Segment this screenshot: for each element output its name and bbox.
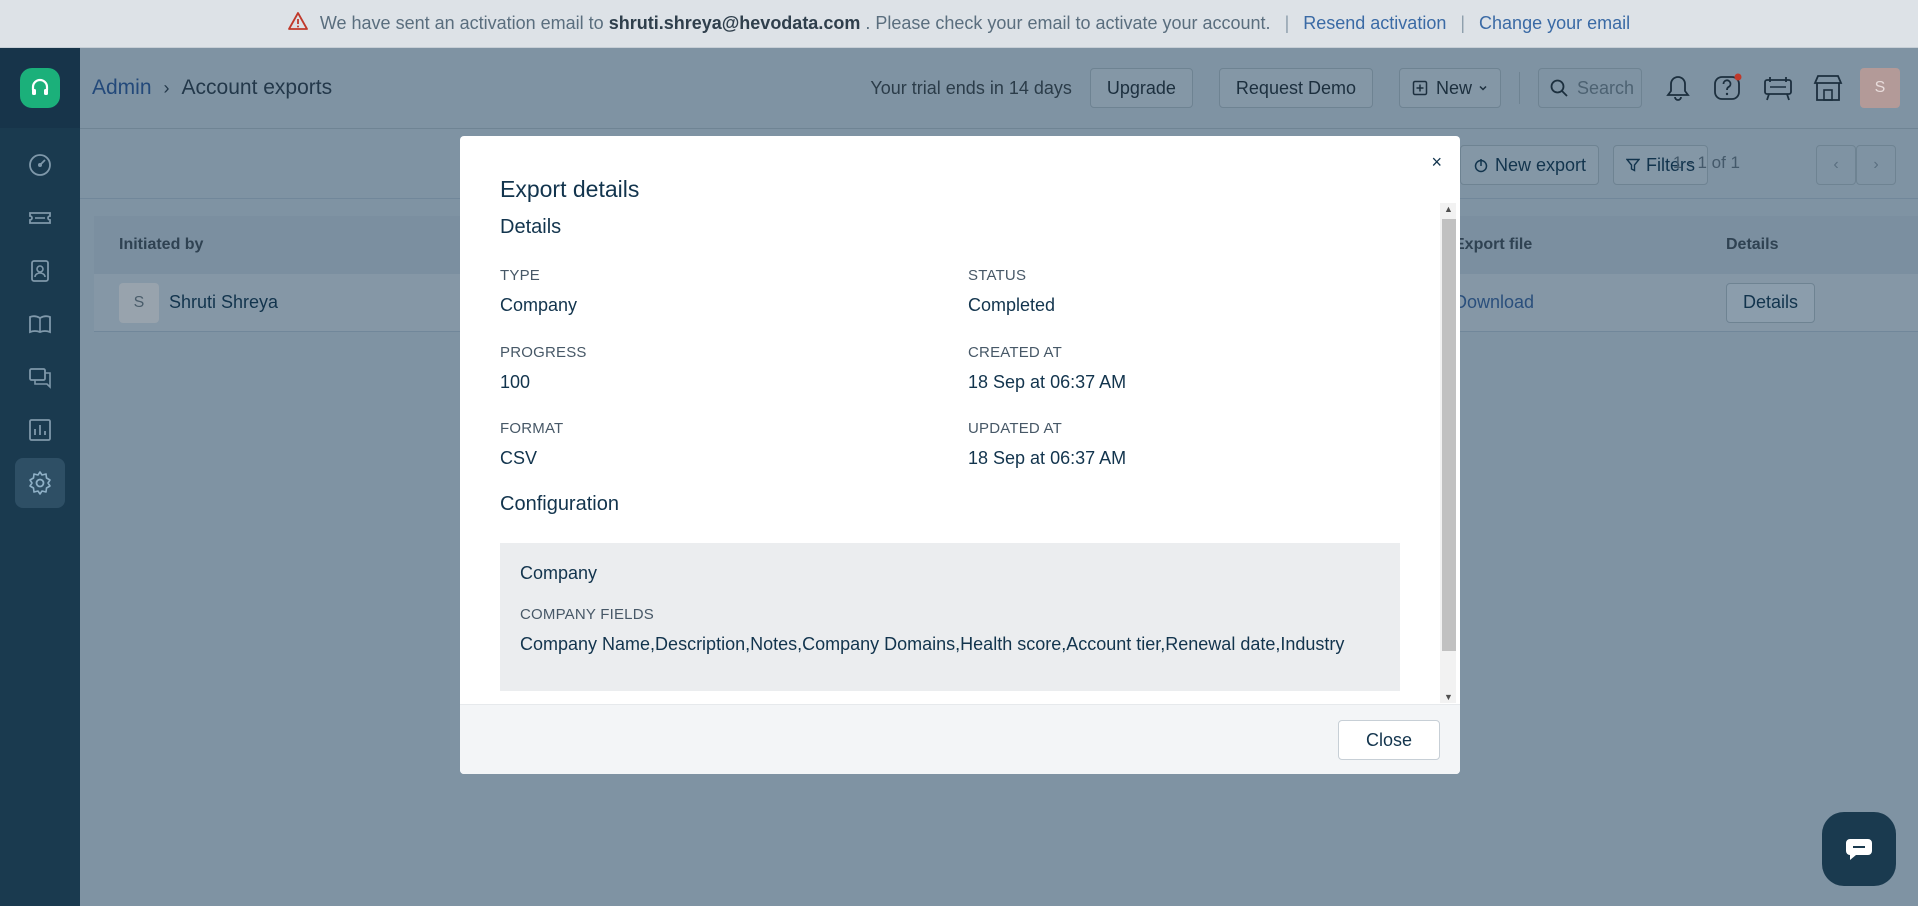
filter-icon [1626,158,1640,172]
header-export-file: Export file [1454,236,1533,253]
header-divider [1519,72,1520,104]
activation-banner: We have sent an activation email to shru… [0,0,1918,48]
page-title: Account exports [181,76,333,99]
store-icon [1813,75,1843,101]
modal-scrollbar[interactable]: ▲ ▼ [1440,203,1456,703]
chevron-right-icon: › [163,77,170,98]
chat-widget-button[interactable] [1822,812,1896,886]
chat-bubbles-icon [29,367,51,389]
configuration-heading: Configuration [500,493,619,515]
banner-email: shruti.shreya@hevodata.com [608,13,861,33]
row-avatar: S [119,282,159,323]
headset-logo-icon[interactable] [20,68,60,108]
chat-icon [1846,839,1872,860]
top-header: Admin › Account exports Your trial ends … [80,48,1918,129]
created-at-value: 18 Sep at 06:37 AM [968,372,1127,392]
new-button-label: New [1435,77,1472,98]
search-input[interactable]: Search [1538,68,1642,108]
format-value: CSV [500,448,538,468]
format-label: FORMAT [500,420,564,437]
board-icon [1764,77,1792,101]
chevron-down-icon [1479,85,1487,91]
modal-title: Export details [500,176,640,202]
search-placeholder: Search [1577,77,1635,98]
book-icon [29,314,51,333]
new-export-label: New export [1495,154,1587,175]
created-at-label: CREATED AT [968,344,1062,361]
sidebar-item-tickets[interactable] [15,193,65,243]
pagination-text: 1 - 1 of 1 [1672,153,1740,172]
resend-activation-link[interactable]: Resend activation [1303,13,1446,34]
change-email-link[interactable]: Change your email [1479,13,1630,34]
company-fields-value: Company Name,Description,Notes,Company D… [520,634,1345,654]
sidebar-item-forums[interactable] [15,352,65,402]
scrollbar-thumb[interactable] [1442,219,1456,651]
status-value: Completed [968,295,1056,315]
close-icon[interactable]: × [1431,152,1442,173]
progress-value: 100 [500,372,531,392]
status-label: STATUS [968,267,1027,284]
export-icon [1474,159,1488,173]
plus-square-icon [1412,80,1428,96]
progress-label: PROGRESS [500,344,587,361]
sidebar-item-reports[interactable] [15,405,65,455]
chevron-left-icon: ‹ [1833,156,1839,173]
modal-footer: Close [460,704,1460,774]
sidebar-item-solutions[interactable] [15,299,65,349]
notifications-button[interactable] [1660,70,1696,106]
download-link[interactable]: Download [1454,292,1534,313]
user-avatar[interactable]: S [1860,68,1900,108]
modal-body: Details TYPE Company STATUS Completed PR… [500,204,1435,704]
next-page-button[interactable]: › [1856,145,1896,185]
sidebar-item-contacts[interactable] [15,246,65,296]
contact-icon [31,259,49,282]
new-export-button[interactable]: New export [1460,145,1600,185]
banner-text-prefix: We have sent an activation email to [319,13,604,33]
sidebar-item-admin[interactable] [15,457,65,508]
row-details-button[interactable]: Details [1726,282,1816,323]
bell-icon [1666,76,1690,101]
chevron-right-icon: › [1873,156,1879,173]
type-value: Company [500,295,578,315]
banner-separator: | [1284,13,1290,33]
scroll-up-icon[interactable]: ▲ [1444,204,1453,214]
ticket-icon [29,211,51,224]
request-demo-button[interactable]: Request Demo [1218,68,1373,108]
updated-at-label: UPDATED AT [968,420,1062,437]
new-dropdown-button[interactable]: New [1398,68,1501,108]
gear-icon [29,470,51,495]
gauge-icon [29,153,51,176]
prev-page-button[interactable]: ‹ [1816,145,1856,185]
details-heading: Details [500,216,562,238]
banner-separator: | [1460,13,1466,33]
bar-chart-icon [29,418,51,441]
upgrade-button[interactable]: Upgrade [1089,68,1193,108]
header-initiated-by: Initiated by [119,236,204,253]
help-chat-icon [1714,73,1742,100]
export-details-modal: × Export details Details TYPE Company ST… [460,136,1460,774]
scroll-down-icon[interactable]: ▼ [1444,692,1453,702]
config-entity: Company [520,563,598,583]
sidebar-item-dashboard[interactable] [15,140,65,190]
search-icon [1550,79,1568,97]
header-details: Details [1726,236,1779,253]
close-button[interactable]: Close [1337,720,1440,760]
logo-area[interactable] [0,48,80,128]
row-initiator-name: Shruti Shreya [169,292,279,312]
updated-at-value: 18 Sep at 06:37 AM [968,448,1127,468]
trial-notice: Your trial ends in 14 days [870,77,1072,98]
type-label: TYPE [500,267,540,284]
banner-text-suffix: . Please check your email to activate yo… [865,13,1271,33]
configuration-box: Company COMPANY FIELDS Company Name,Desc… [500,543,1400,691]
warning-icon [287,12,308,35]
company-fields-label: COMPANY FIELDS [520,606,654,623]
product-switcher-button[interactable] [1760,70,1796,106]
breadcrumb: Admin › Account exports [92,76,332,100]
help-button[interactable] [1710,70,1746,106]
breadcrumb-admin-link[interactable]: Admin [92,76,152,100]
marketplace-button[interactable] [1810,70,1846,106]
sidebar [0,48,80,906]
